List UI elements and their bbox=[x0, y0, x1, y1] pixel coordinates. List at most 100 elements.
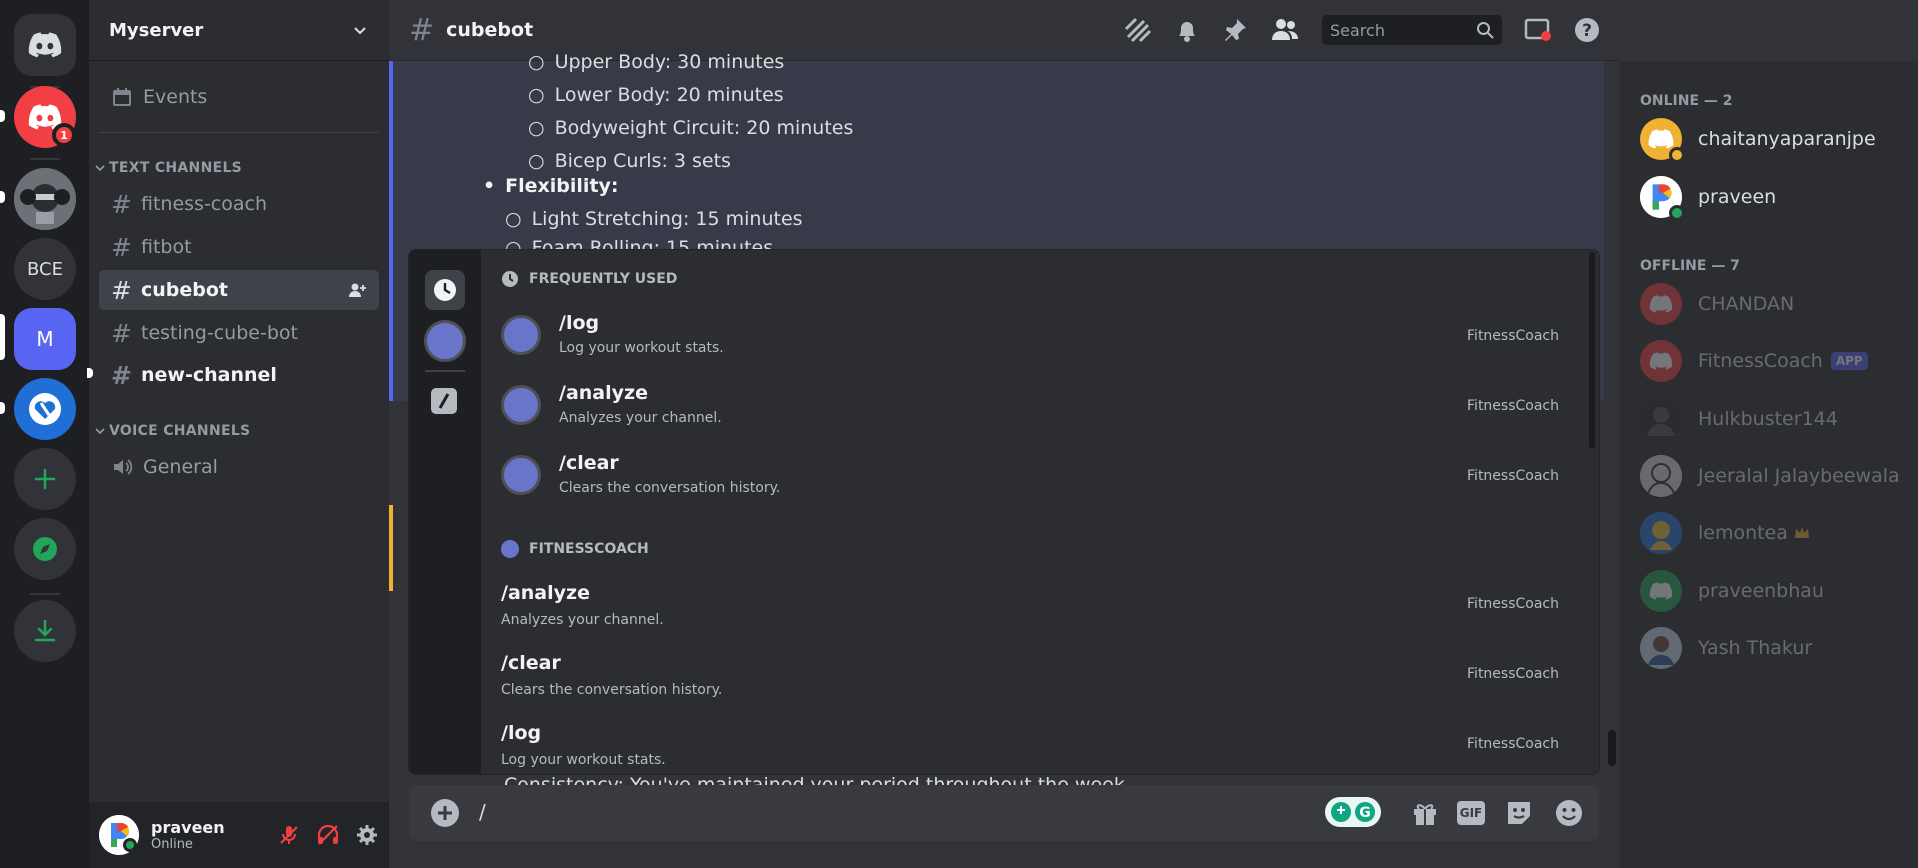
server-name: Myserver bbox=[109, 19, 204, 41]
avatar bbox=[1640, 570, 1682, 612]
offline-header: OFFLINE — 7 bbox=[1640, 258, 1740, 274]
command-description: Clears the conversation history. bbox=[559, 480, 781, 496]
app-command-log[interactable]: /log Log your workout stats. FitnessCoac… bbox=[481, 710, 1589, 774]
member-item[interactable]: Jeeralal Jalaybeewala bbox=[1640, 455, 1900, 497]
member-name: Yash Thakur bbox=[1698, 637, 1813, 659]
mute-mic-icon[interactable] bbox=[277, 823, 301, 847]
avatar bbox=[1640, 455, 1682, 497]
crown-icon bbox=[1794, 527, 1809, 538]
events-link[interactable]: Events bbox=[99, 77, 379, 117]
command-name: /analyze bbox=[559, 382, 648, 404]
user-status: Online bbox=[151, 837, 193, 852]
member-name: praveen bbox=[1698, 186, 1777, 208]
text-channels-category[interactable]: TEXT CHANNELS bbox=[95, 160, 242, 176]
threads-icon[interactable] bbox=[1124, 17, 1152, 43]
member-item[interactable]: CHANDAN bbox=[1640, 283, 1794, 325]
command-option-clear[interactable]: /clear Clears the conversation history. … bbox=[481, 442, 1589, 512]
channel-cubebot[interactable]: # cubebot bbox=[99, 270, 379, 310]
search-icon bbox=[1477, 22, 1494, 39]
notification-bell-icon[interactable] bbox=[1174, 17, 1200, 43]
user-panel: praveen Online bbox=[89, 802, 389, 868]
member-item[interactable]: FitnessCoach APP bbox=[1640, 340, 1868, 382]
channel-testing-cube-bot[interactable]: # testing-cube-bot bbox=[99, 313, 379, 353]
channel-fitbot[interactable]: # fitbot bbox=[99, 227, 379, 267]
discord-home-button[interactable] bbox=[14, 14, 76, 76]
member-item[interactable]: lemontea bbox=[1640, 512, 1810, 554]
channel-new-channel[interactable]: # new-channel bbox=[99, 355, 379, 395]
builtin-commands-tab[interactable] bbox=[431, 388, 457, 414]
chevron-down-icon bbox=[95, 428, 105, 435]
emoji-icon[interactable] bbox=[1555, 799, 1583, 827]
explore-servers-button[interactable] bbox=[14, 518, 76, 580]
app-command-analyze[interactable]: /analyze Analyzes your channel. FitnessC… bbox=[481, 570, 1589, 640]
scrollbar[interactable] bbox=[1608, 730, 1616, 766]
server-header[interactable]: Myserver bbox=[89, 0, 389, 61]
hashtag-icon: # bbox=[409, 12, 435, 48]
member-item[interactable]: praveen bbox=[1640, 176, 1777, 221]
command-description: Log your workout stats. bbox=[559, 340, 724, 356]
gif-button[interactable]: GIF bbox=[1457, 801, 1485, 825]
server-bce[interactable]: BCE bbox=[14, 238, 76, 300]
member-item[interactable]: praveenbhau bbox=[1640, 570, 1824, 612]
member-item[interactable]: Hulkbuster144 bbox=[1640, 398, 1838, 440]
server-gym-avatar[interactable] bbox=[14, 168, 76, 230]
gif-label: GIF bbox=[1459, 806, 1483, 820]
search-placeholder: Search bbox=[1330, 20, 1385, 40]
gift-icon[interactable] bbox=[1411, 799, 1439, 827]
command-option-analyze[interactable]: /analyze Analyzes your channel. FitnessC… bbox=[481, 372, 1589, 442]
command-source: FitnessCoach bbox=[1467, 328, 1559, 344]
selected-pill bbox=[0, 314, 5, 360]
app-command-clear[interactable]: /clear Clears the conversation history. … bbox=[481, 640, 1589, 710]
section-title: FREQUENTLY USED bbox=[529, 271, 678, 287]
voice-channels-category[interactable]: VOICE CHANNELS bbox=[95, 423, 250, 439]
channel-fitness-coach[interactable]: # fitness-coach bbox=[99, 184, 379, 224]
member-item[interactable]: Yash Thakur bbox=[1640, 627, 1812, 669]
inbox-icon[interactable] bbox=[1524, 17, 1552, 43]
add-attachment-icon[interactable] bbox=[430, 798, 460, 828]
server-myserver[interactable]: M bbox=[14, 308, 76, 370]
deafen-headphones-icon[interactable] bbox=[315, 823, 341, 847]
search-input[interactable]: Search bbox=[1322, 15, 1502, 45]
channel-title: cubebot bbox=[446, 19, 534, 41]
settings-gear-icon[interactable] bbox=[355, 823, 379, 847]
member-item[interactable]: chaitanyaparanjpe bbox=[1640, 118, 1876, 163]
text-channels-label: TEXT CHANNELS bbox=[109, 160, 243, 176]
hashtag-icon: # bbox=[111, 275, 132, 305]
member-list-icon[interactable] bbox=[1270, 17, 1300, 43]
command-name: /clear bbox=[559, 452, 619, 474]
pinned-messages-icon[interactable] bbox=[1222, 17, 1248, 43]
svg-text:?: ? bbox=[1582, 21, 1592, 41]
avatar bbox=[1640, 398, 1682, 440]
command-name: /clear bbox=[501, 652, 561, 674]
add-server-button[interactable] bbox=[14, 448, 76, 510]
grammarly-icon[interactable]: G bbox=[1325, 797, 1381, 827]
svg-text:G: G bbox=[1359, 805, 1371, 821]
voice-channel-general[interactable]: General bbox=[99, 447, 379, 487]
command-app-rail bbox=[409, 250, 481, 774]
rail-separator bbox=[30, 158, 60, 160]
voice-channels-label: VOICE CHANNELS bbox=[109, 423, 251, 439]
list-item: ○ Bodyweight Circuit: 20 minutes bbox=[528, 117, 854, 139]
server-rail: 1 BCE M bbox=[0, 0, 89, 868]
fitnesscoach-app-tab[interactable] bbox=[424, 320, 466, 362]
unread-pill bbox=[0, 110, 5, 122]
sticker-icon[interactable] bbox=[1505, 799, 1533, 827]
app-dot-icon bbox=[501, 540, 519, 558]
message-input[interactable]: / bbox=[479, 800, 486, 824]
download-apps-button[interactable] bbox=[14, 600, 76, 662]
avatar bbox=[1640, 176, 1685, 221]
section-frequently-used: FREQUENTLY USED bbox=[501, 270, 677, 288]
command-name: /log bbox=[501, 722, 542, 744]
server-blue-heart[interactable] bbox=[14, 378, 76, 440]
command-option-log[interactable]: /log Log your workout stats. FitnessCoac… bbox=[481, 302, 1589, 372]
invite-member-icon[interactable] bbox=[347, 280, 367, 300]
user-info[interactable]: praveen Online bbox=[151, 818, 277, 852]
help-icon[interactable]: ? bbox=[1574, 17, 1600, 43]
command-description: Analyzes your channel. bbox=[559, 410, 722, 426]
message-list-partial: ○ Upper Body: 30 minutes ○ Lower Body: 20 … bbox=[528, 46, 853, 178]
recent-commands-tab[interactable] bbox=[425, 270, 465, 310]
popup-scrollbar[interactable] bbox=[1589, 252, 1595, 448]
discord-logo-icon bbox=[1648, 129, 1674, 149]
chevron-down-icon bbox=[95, 165, 105, 172]
unread-pill bbox=[0, 191, 5, 203]
